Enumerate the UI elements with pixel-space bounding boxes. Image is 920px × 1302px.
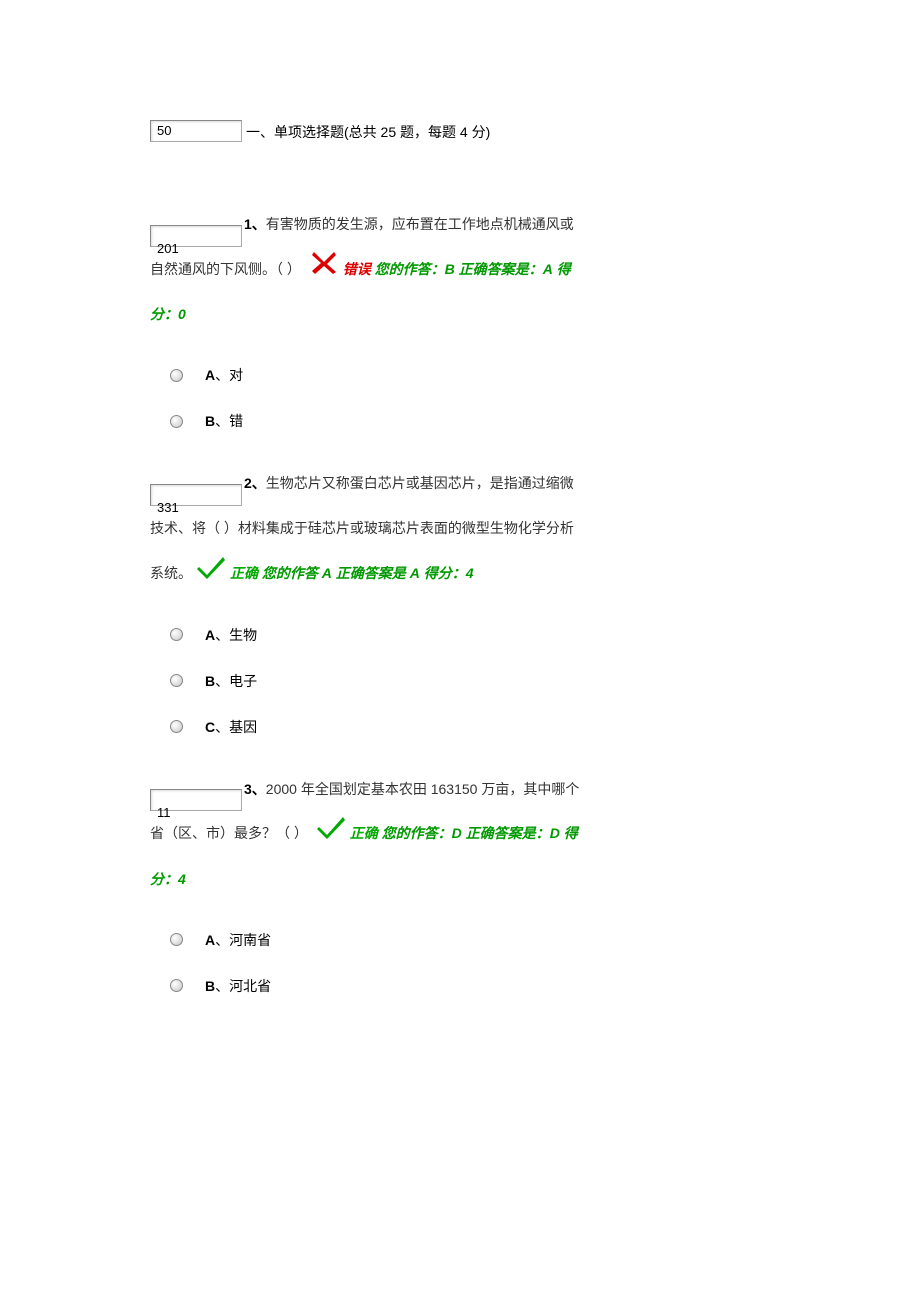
your-answer: A: [322, 565, 332, 581]
section-header: 50 一、单项选择题(总共 25 题，每题 4 分): [150, 120, 580, 142]
option-row[interactable]: B、电子: [150, 671, 580, 691]
question-1: 2011、有害物质的发生源，应布置在工作地点机械通风或自然通风的下风侧。（ ） …: [150, 202, 580, 431]
radio-icon[interactable]: [170, 628, 183, 641]
your-answer: D: [452, 825, 462, 841]
score-prefix: 得分：: [420, 565, 466, 581]
option-label: B、电子: [205, 671, 257, 691]
question-text: 2011、有害物质的发生源，应布置在工作地点机械通风或自然通风的下风侧。（ ） …: [150, 202, 580, 337]
cross-icon: [309, 248, 339, 293]
your-answer-prefix: 您的作答：: [378, 825, 452, 841]
radio-icon[interactable]: [170, 979, 183, 992]
section-title: 一、单项选择题(总共 25 题，每题 4 分): [246, 122, 490, 142]
option-label: B、错: [205, 411, 243, 431]
question-number: 3、: [244, 781, 266, 797]
result-label: 正确: [350, 825, 378, 841]
option-label: A、生物: [205, 625, 257, 645]
option-row[interactable]: C、基因: [150, 717, 580, 737]
option-row[interactable]: B、错: [150, 411, 580, 431]
correct-prefix: 正确答案是: [332, 565, 410, 581]
radio-icon[interactable]: [170, 674, 183, 687]
question-id-box: 11: [150, 789, 242, 811]
option-label: A、河南省: [205, 930, 271, 950]
your-answer-prefix: 您的作答: [258, 565, 322, 581]
correct-answer: D: [550, 825, 560, 841]
options-list: A、生物 B、电子 C、基因: [150, 625, 580, 737]
correct-answer: A: [410, 565, 420, 581]
question-3: 113、2000 年全国划定基本农田 163150 万亩，其中哪个省（区、市）最…: [150, 767, 580, 996]
radio-icon[interactable]: [170, 369, 183, 382]
quiz-content: 50 一、单项选择题(总共 25 题，每题 4 分) 2011、有害物质的发生源…: [150, 120, 580, 996]
option-row[interactable]: A、生物: [150, 625, 580, 645]
result-label: 正确: [230, 565, 258, 581]
option-label: C、基因: [205, 717, 257, 737]
your-answer: B: [445, 261, 455, 277]
option-label: A、对: [205, 365, 243, 385]
options-list: A、河南省 B、河北省: [150, 930, 580, 996]
question-text: 113、2000 年全国划定基本农田 163150 万亩，其中哪个省（区、市）最…: [150, 767, 580, 902]
question-number: 1、: [244, 216, 266, 232]
correct-prefix: 正确答案是：: [462, 825, 550, 841]
question-id-box: 201: [150, 225, 242, 247]
correct-prefix: 正确答案是：: [455, 261, 543, 277]
option-row[interactable]: A、对: [150, 365, 580, 385]
radio-icon[interactable]: [170, 720, 183, 733]
correct-answer: A: [543, 261, 553, 277]
option-row[interactable]: B、河北省: [150, 976, 580, 996]
radio-icon[interactable]: [170, 933, 183, 946]
option-row[interactable]: A、河南省: [150, 930, 580, 950]
section-number-box: 50: [150, 120, 242, 142]
score-value: 4: [466, 565, 474, 581]
your-answer-prefix: 您的作答：: [371, 261, 445, 277]
question-text: 3312、生物芯片又称蛋白芯片或基因芯片，是指通过缩微技术、将（ ）材料集成于硅…: [150, 461, 580, 596]
question-number: 2、: [244, 475, 266, 491]
check-icon: [316, 812, 346, 857]
options-list: A、对 B、错: [150, 365, 580, 431]
question-id-box: 331: [150, 484, 242, 506]
radio-icon[interactable]: [170, 415, 183, 428]
result-label: 错误: [343, 261, 371, 277]
check-icon: [196, 552, 226, 597]
question-2: 3312、生物芯片又称蛋白芯片或基因芯片，是指通过缩微技术、将（ ）材料集成于硅…: [150, 461, 580, 736]
score-value: 4: [178, 871, 186, 887]
option-label: B、河北省: [205, 976, 271, 996]
score-value: 0: [178, 306, 186, 322]
